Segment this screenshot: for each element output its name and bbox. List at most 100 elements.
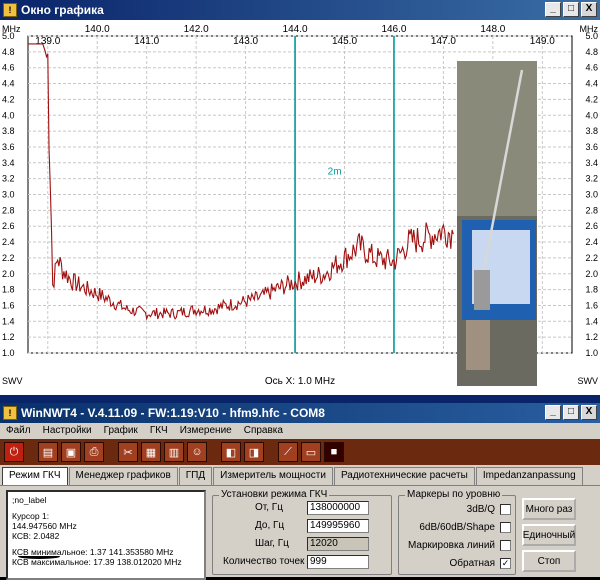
sweep-settings-group: Установки режима ГКЧ От, Гц 138000000 До… (212, 489, 392, 575)
y-tick-label-right: 4.0 (585, 110, 598, 120)
tab-vfo[interactable]: ГПД (178, 467, 213, 485)
maximize-button[interactable]: □ (563, 405, 579, 420)
points-input[interactable]: 999 (307, 555, 369, 569)
x-tick-label: 143.0 (233, 36, 258, 47)
y-tick-label-left: 4.2 (2, 94, 15, 104)
menu-graph[interactable]: График (98, 423, 144, 439)
sweep-continuous-button[interactable]: Много раз (522, 498, 576, 520)
menu-help[interactable]: Справка (238, 423, 289, 439)
y-unit-label-left: SWV (2, 376, 23, 386)
graph-window-titlebar[interactable]: ! Окно графика _ □ X (0, 0, 600, 20)
main-window-titlebar[interactable]: ! WinNWT4 - V.4.11.09 - FW:1.19:V10 - hf… (0, 403, 600, 423)
print-icon[interactable]: ⎙ (84, 442, 104, 462)
step-label: Шаг, Гц (255, 538, 289, 549)
app-icon: ! (3, 406, 17, 420)
info-cursor-freq: 144.947560 MHz (12, 521, 77, 531)
tools-icon[interactable]: ✂ (118, 442, 138, 462)
y-tick-label-left: 2.6 (2, 221, 15, 231)
level-markers-legend: Маркеры по уровню (405, 489, 503, 500)
close-button[interactable]: X (581, 405, 597, 420)
menu-settings[interactable]: Настройки (37, 423, 98, 439)
stop-square-icon[interactable]: ■ (324, 442, 344, 462)
from-label: От, Гц (255, 502, 283, 513)
x-tick-label: 142.0 (184, 24, 209, 35)
y-tick-label-left: 4.4 (2, 79, 15, 89)
y-tick-label-left: 3.4 (2, 158, 15, 168)
calibrate-icon[interactable]: ▦ (141, 442, 161, 462)
x-tick-label: 144.0 (283, 24, 308, 35)
y-tick-label-left: 4.8 (2, 47, 15, 57)
x-unit-label: MHz (2, 24, 21, 34)
y-tick-label-right: 4.6 (585, 63, 598, 73)
y-tick-label-left: 1.8 (2, 285, 15, 295)
minimize-button[interactable]: _ (545, 405, 561, 420)
monitor-icon[interactable]: ▭ (301, 442, 321, 462)
from-input[interactable]: 138000000 (307, 501, 369, 515)
info-swr: КСВ: 2.0482 (12, 531, 60, 541)
tab-graph-manager[interactable]: Менеджер графиков (68, 467, 178, 485)
y-tick-label-right: 3.0 (585, 190, 598, 200)
level-markers-group: Маркеры по уровню 3dB/Q 6dB/60dB/Shape М… (398, 489, 516, 575)
table-icon[interactable]: ▥ (164, 442, 184, 462)
y-tick-label-left: 3.0 (2, 190, 15, 200)
swr-plot[interactable]: 5.0 5.04.8 4.84.6 4.64.4 4.44.2 4.24.0 4.03.8 3… (0, 20, 600, 395)
marker-reverse-checkbox[interactable]: ✓ (500, 558, 511, 569)
open-file-icon[interactable]: ▤ (38, 442, 58, 462)
power-icon[interactable]: ⏻ (4, 442, 24, 462)
window-border (0, 395, 600, 403)
y-tick-label-left: 1.4 (2, 316, 15, 326)
toolbar-separator (267, 442, 275, 462)
toolbar-separator (27, 442, 35, 462)
maximize-button[interactable]: □ (563, 2, 579, 17)
menu-file[interactable]: Файл (0, 423, 37, 439)
main-window: ! WinNWT4 - V.4.11.09 - FW:1.19:V10 - hf… (0, 395, 600, 580)
marker-3db-label: 3dB/Q (466, 504, 495, 515)
toolbar: ⏻ ▤ ▣ ⎙ ✂ ▦ ▥ ☺ ◧ ◨ ⟋ ▭ ■ (0, 439, 600, 465)
marker-6db-checkbox[interactable] (500, 522, 511, 533)
minimize-button[interactable]: _ (545, 2, 561, 17)
menu-measure[interactable]: Измерение (174, 423, 238, 439)
x-tick-label: 140.0 (85, 24, 110, 35)
x-tick-label: 149.0 (530, 36, 555, 47)
tab-rf-calc[interactable]: Радиотехнические расчеты (333, 467, 475, 485)
y-tick-label-left: 2.8 (2, 205, 15, 215)
menu-sweep[interactable]: ГКЧ (144, 423, 174, 439)
probe-icon[interactable]: ⟋ (278, 442, 298, 462)
marker-lines-checkbox[interactable] (500, 540, 511, 551)
y-tick-label-right: 2.6 (585, 221, 598, 231)
close-button[interactable]: X (581, 2, 597, 17)
to-input[interactable]: 149995960 (307, 519, 369, 533)
user-icon[interactable]: ☺ (187, 442, 207, 462)
marker-3db-checkbox[interactable] (500, 504, 511, 515)
tab-power-meter[interactable]: Измеритель мощности (213, 467, 333, 485)
photo-antenna-base (466, 320, 490, 370)
photo-shelf (457, 61, 537, 216)
step-field: 12020 (307, 537, 369, 551)
graph-window-title: Окно графика (21, 3, 104, 17)
graph-save-icon[interactable]: ◨ (244, 442, 264, 462)
sweep-settings-legend: Установки режима ГКЧ (219, 489, 330, 500)
toolbar-separator (107, 442, 115, 462)
info-label: ;no_label (12, 495, 47, 505)
y-tick-label-right: 4.2 (585, 94, 598, 104)
y-tick-label-right: 3.6 (585, 142, 598, 152)
save-file-icon[interactable]: ▣ (61, 442, 81, 462)
sweep-single-button[interactable]: Единочный (522, 524, 576, 546)
graph-load-icon[interactable]: ◧ (221, 442, 241, 462)
to-label: До, Гц (255, 520, 285, 531)
app-icon: ! (3, 3, 17, 17)
y-tick-label-left: 2.4 (2, 237, 15, 247)
tab-impedance[interactable]: Impedanzanpassung (475, 467, 583, 485)
y-tick-label-left: 4.0 (2, 110, 15, 120)
y-tick-label-right: 2.4 (585, 237, 598, 247)
y-tick-label-right: 1.2 (585, 332, 598, 342)
band-marker-label: 2m (328, 167, 342, 178)
info-textbox[interactable]: ;no_label Курсор 1: 144.947560 MHz КСВ: … (6, 490, 206, 580)
toolbar-separator (210, 442, 218, 462)
y-unit-label-right: SWV (577, 376, 598, 386)
points-label: Количество точек (223, 556, 305, 567)
tab-sweep-mode[interactable]: Режим ГКЧ (2, 467, 68, 485)
x-tick-label: 148.0 (480, 24, 505, 35)
y-tick-label-left: 3.6 (2, 142, 15, 152)
stop-button[interactable]: Стоп (522, 550, 576, 572)
